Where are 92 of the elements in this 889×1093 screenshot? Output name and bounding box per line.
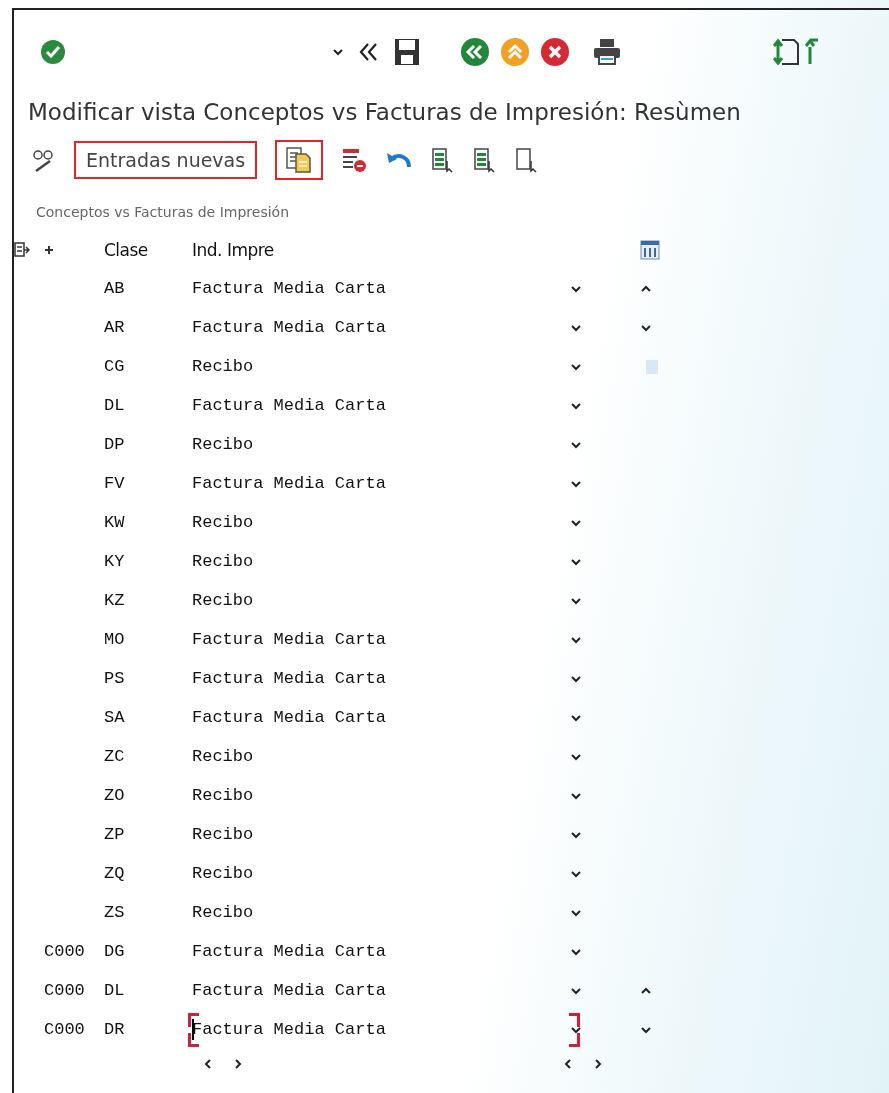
dropdown-icon[interactable] [570, 634, 582, 645]
print-icon[interactable] [592, 38, 622, 66]
scroll-right-icon[interactable] [592, 1059, 604, 1069]
dropdown-field[interactable]: Factura Media Carta [192, 698, 634, 737]
dropdown-icon[interactable] [570, 751, 582, 762]
dropdown-field[interactable]: Recibo [192, 815, 634, 854]
dropdown-icon[interactable] [570, 1024, 582, 1035]
scroll-up-icon[interactable] [640, 985, 652, 996]
back-icon[interactable] [460, 37, 490, 67]
dropdown-icon[interactable] [570, 868, 582, 879]
scroll-left-icon[interactable] [562, 1059, 574, 1069]
delete-row-icon[interactable] [341, 147, 368, 173]
dropdown-icon[interactable] [570, 478, 582, 489]
glasses-pencil-icon[interactable] [32, 147, 56, 173]
dropdown-icon[interactable] [570, 907, 582, 918]
dropdown-icon[interactable] [570, 322, 582, 333]
row-select-icon[interactable] [14, 241, 30, 258]
table-cell: DP [104, 435, 125, 454]
table-cell: C000 [44, 981, 85, 1000]
dropdown-field[interactable]: Factura Media Carta [192, 659, 634, 698]
column-header[interactable]: Clase [104, 230, 192, 269]
scroll-right-icon[interactable] [232, 1059, 244, 1069]
table-cell: C000 [44, 942, 85, 961]
scrollbar-thumb[interactable] [646, 359, 658, 374]
dropdown-icon[interactable] [570, 400, 582, 411]
double-left-icon[interactable] [358, 41, 380, 63]
table-cell: AB [104, 279, 125, 298]
plus-icon[interactable] [44, 244, 54, 255]
table-cell: ZS [104, 903, 125, 922]
dropdown-icon[interactable] [570, 985, 582, 996]
dropdown-field[interactable]: Factura Media Carta [192, 620, 634, 659]
table-cell: PS [104, 669, 125, 688]
dropdown-field[interactable]: Recibo [192, 737, 634, 776]
table-cell: ZO [104, 786, 125, 805]
copy-icon [285, 146, 314, 174]
table-cell: DG [104, 942, 125, 961]
dropdown-icon[interactable] [570, 946, 582, 957]
scroll-up-icon[interactable] [640, 283, 652, 294]
table-cell: KW [104, 513, 125, 532]
dropdown-field[interactable]: Recibo [192, 347, 634, 386]
dropdown-icon[interactable] [570, 556, 582, 567]
table-cell: DL [104, 981, 125, 1000]
scroll-down-icon[interactable] [640, 322, 652, 333]
dropdown-field[interactable]: Recibo [192, 893, 634, 932]
scroll-down-icon[interactable] [640, 1024, 652, 1035]
dropdown-field[interactable]: Factura Media Carta [192, 386, 634, 425]
column-header[interactable]: Ind. Impre [192, 230, 574, 269]
dropdown-icon[interactable] [570, 790, 582, 801]
dropdown-field[interactable]: Recibo [192, 581, 634, 620]
dropdown-field[interactable]: Factura Media Carta [192, 269, 634, 308]
dropdown-field[interactable]: Factura Media Carta [192, 971, 634, 1010]
dropdown-field[interactable]: Factura Media Carta [192, 308, 634, 347]
dropdown-icon[interactable] [570, 283, 582, 294]
table-cell: DR [104, 1020, 125, 1039]
column-settings-icon[interactable] [640, 239, 660, 260]
dropdown-icon[interactable] [570, 595, 582, 606]
table-cell: MO [104, 630, 125, 649]
table-title: Conceptos vs Facturas de Impresión [36, 204, 290, 222]
dropdown-field[interactable]: Recibo [192, 776, 634, 815]
dropdown-field[interactable]: Recibo [192, 854, 634, 893]
dropdown-icon[interactable] [570, 829, 582, 840]
page-first-icon[interactable] [804, 37, 818, 67]
dropdown-field[interactable]: Factura Media Carta [192, 932, 634, 971]
dropdown-icon[interactable] [570, 712, 582, 723]
table-cell: CG [104, 357, 125, 376]
dropdown-field[interactable]: Factura Media Carta [192, 464, 634, 503]
dropdown-field[interactable]: Recibo [192, 542, 634, 581]
cancel-icon[interactable] [540, 37, 570, 67]
page-up-icon[interactable] [772, 37, 800, 67]
table-cell: C000 [44, 1020, 85, 1039]
table-cell: KZ [104, 591, 125, 610]
dropdown-icon[interactable] [332, 47, 344, 57]
table-cell: AR [104, 318, 125, 337]
table-cell: ZC [104, 747, 125, 766]
save-icon[interactable] [394, 38, 420, 66]
table-cell: SA [104, 708, 125, 727]
window-title: Modificar vista Conceptos vs Facturas de Impresión: Resùmen [28, 98, 742, 127]
table-cell: ZP [104, 825, 125, 844]
scroll-left-icon[interactable] [202, 1059, 214, 1069]
dropdown-icon[interactable] [570, 673, 582, 684]
dropdown-icon[interactable] [570, 517, 582, 528]
table-cell: KY [104, 552, 125, 571]
table-cell: ZQ [104, 864, 125, 883]
check-icon[interactable] [40, 39, 66, 65]
dropdown-field[interactable]: Recibo [192, 503, 634, 542]
copy-button[interactable] [275, 140, 324, 180]
dropdown-field[interactable]: Recibo [192, 425, 634, 464]
new-entries-button[interactable]: Entradas nuevas [74, 141, 258, 179]
table-cell: DL [104, 396, 125, 415]
dropdown-icon[interactable] [570, 439, 582, 450]
table-cell: FV [104, 474, 125, 493]
dropdown-icon[interactable] [570, 361, 582, 372]
